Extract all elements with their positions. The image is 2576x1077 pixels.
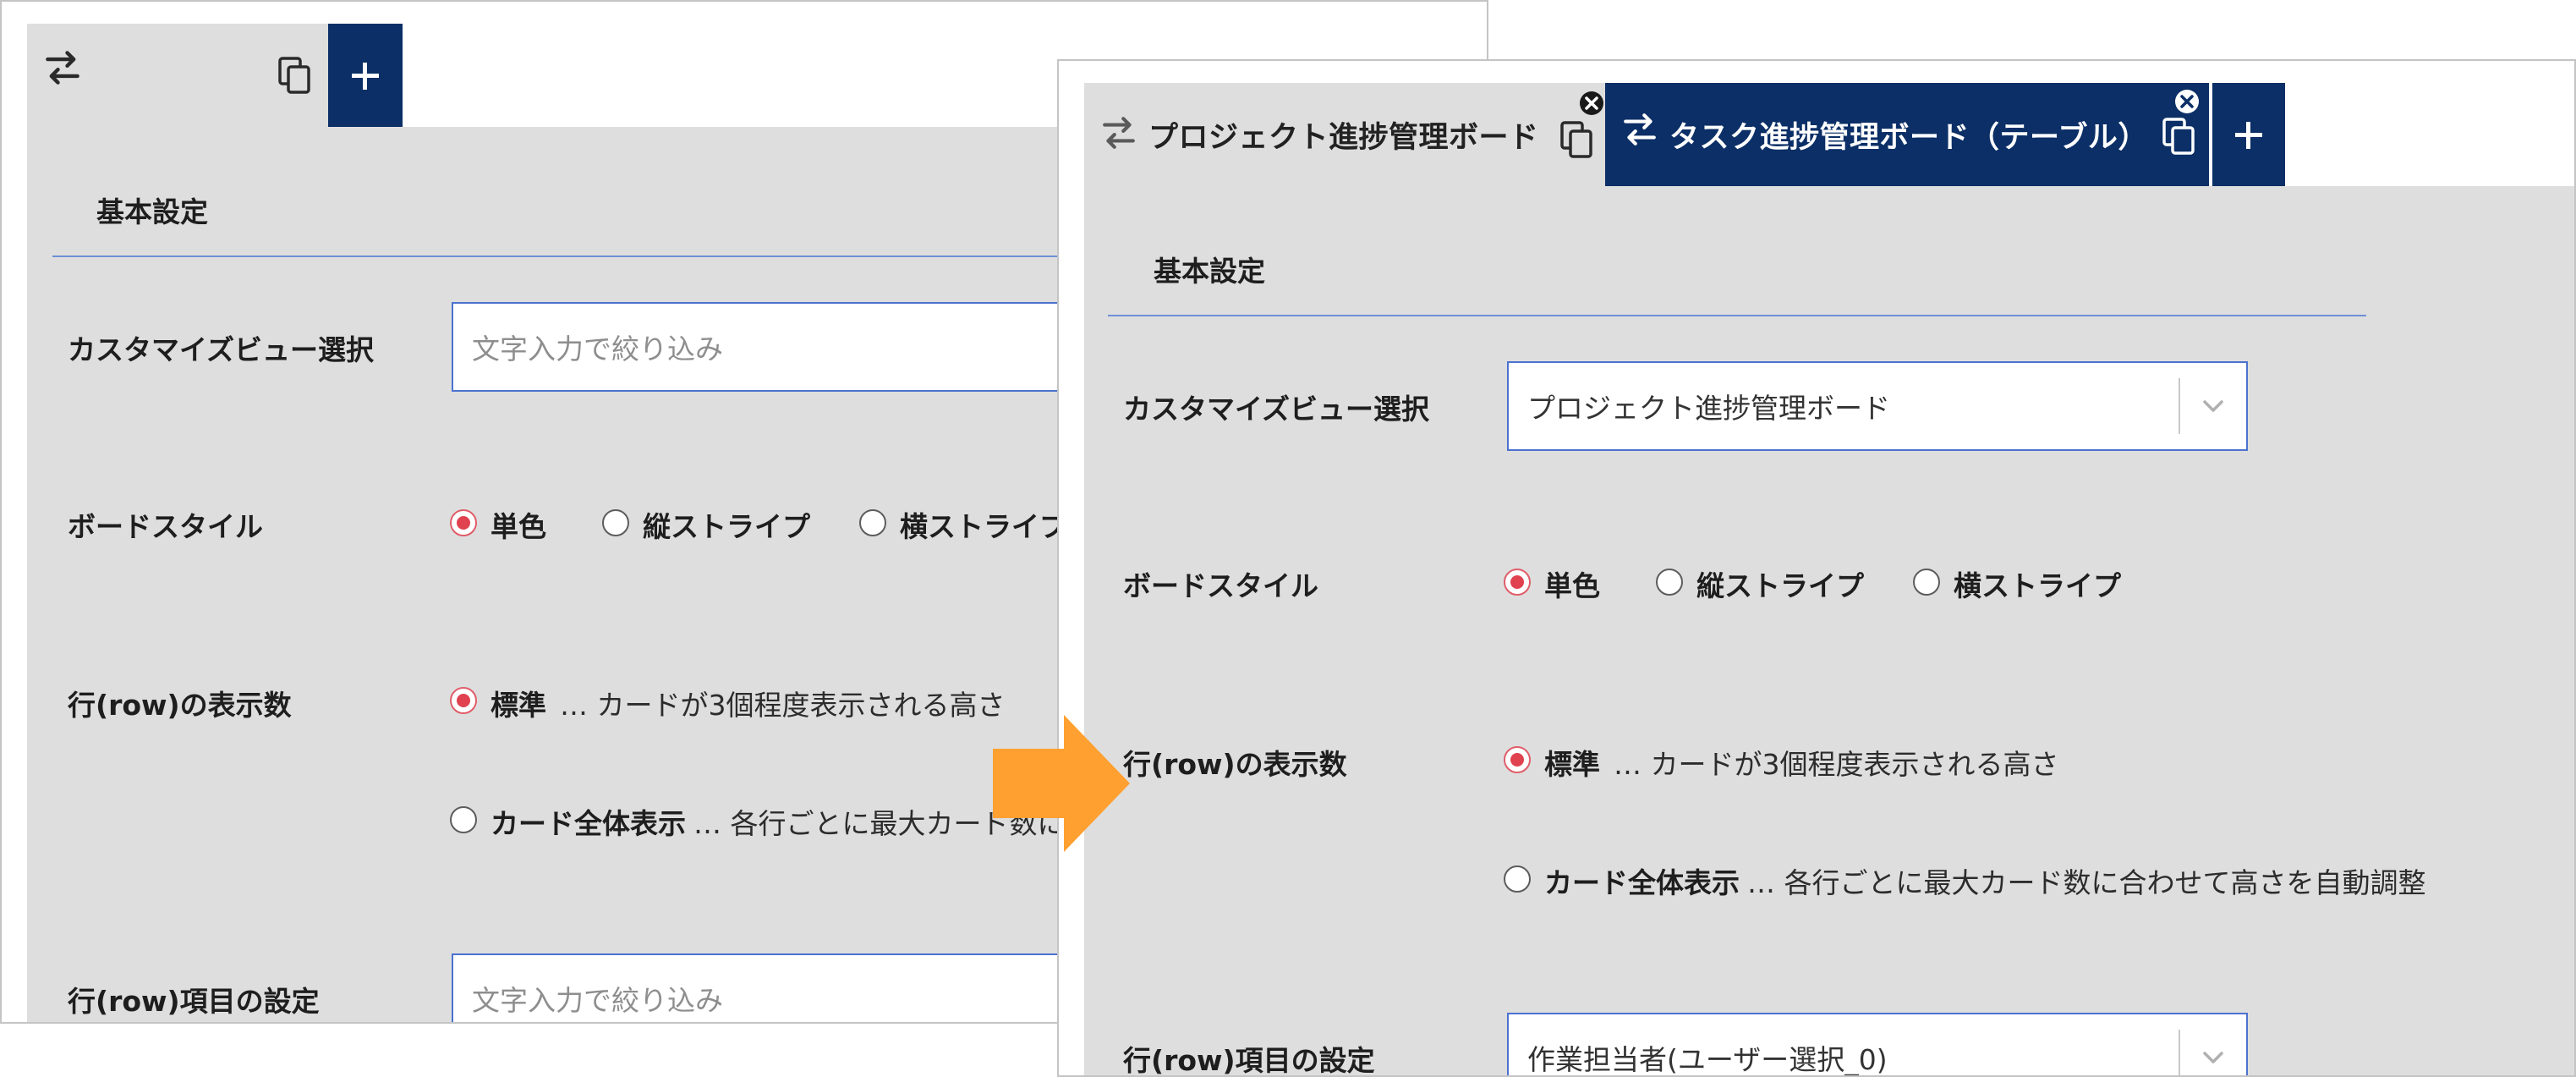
row-count-option-standard: 標準 (1544, 748, 1600, 781)
tab-task-board-label: タスク進捗管理ボード（テーブル） (1669, 121, 2148, 155)
row-count-option-standard: 標準 (491, 689, 546, 722)
row-item-placeholder: 文字入力で絞り込み (472, 984, 723, 1017)
swap-arrows-icon[interactable] (44, 49, 81, 86)
row-count-label: 行(row)の表示数 (68, 689, 292, 722)
row-item-value: 作業担当者(ユーザー選択_0) (1527, 1043, 1888, 1076)
row-count-radio-standard[interactable] (450, 687, 477, 714)
close-circle-icon[interactable] (1578, 90, 1605, 117)
board-style-radio-horizontal[interactable] (1913, 569, 1940, 596)
row-count-radio-standard[interactable] (1504, 746, 1531, 773)
tab-task-board-table[interactable]: タスク進捗管理ボード（テーブル） (1605, 83, 2209, 186)
add-tab-button[interactable] (2212, 83, 2285, 186)
board-style-option-vertical: 縦ストライプ (1696, 569, 1864, 602)
board-style-radio-vertical[interactable] (1656, 569, 1683, 596)
tab-project-board-label: プロジェクト進捗管理ボード (1148, 121, 1539, 155)
settings-panel (1084, 186, 2574, 1075)
add-tab-button[interactable] (328, 24, 403, 127)
row-count-label: 行(row)の表示数 (1123, 748, 1347, 781)
close-circle-icon[interactable] (2173, 88, 2201, 115)
copy-icon[interactable] (1559, 120, 1593, 159)
copy-icon[interactable] (277, 56, 311, 95)
swap-arrows-icon[interactable] (1622, 112, 1658, 147)
custom-view-value: プロジェクト進捗管理ボード (1527, 392, 1890, 425)
row-count-radio-full[interactable] (450, 806, 477, 833)
arrow-right-icon (993, 715, 1130, 852)
row-item-select[interactable]: 作業担当者(ユーザー選択_0) (1507, 1013, 2248, 1076)
row-count-standard-desc: … カードが3個程度表示される高さ (1614, 748, 2059, 781)
row-count-full-desc: … 各行ごとに最大カード数に合わせて高さを自動調整 (1747, 866, 2426, 899)
board-style-radio-vertical[interactable] (602, 509, 629, 536)
board-style-radio-solid[interactable] (1504, 569, 1531, 596)
row-count-option-full: カード全体表示 (491, 807, 686, 840)
board-style-option-solid: 単色 (491, 510, 546, 543)
section-title: 基本設定 (1154, 255, 1265, 288)
tab-project-board[interactable]: プロジェクト進捗管理ボード (1084, 83, 1605, 186)
board-style-radio-horizontal[interactable] (859, 509, 886, 536)
row-count-option-full: カード全体表示 (1544, 866, 1740, 899)
comparison-screenshot: 基本設定 カスタマイズビュー選択 文字入力で絞り込み ボードスタイル 単色 縦ス… (0, 0, 2576, 1077)
chevron-down-icon[interactable] (2201, 1048, 2226, 1067)
chevron-down-icon[interactable] (2201, 397, 2226, 415)
board-style-radio-solid[interactable] (450, 509, 477, 536)
row-item-label: 行(row)項目の設定 (68, 985, 320, 1018)
custom-view-select[interactable]: プロジェクト進捗管理ボード (1507, 361, 2248, 451)
board-style-option-horizontal: 横ストライプ (1954, 569, 2121, 602)
copy-icon[interactable] (2162, 117, 2195, 156)
custom-view-placeholder: 文字入力で絞り込み (472, 332, 723, 365)
section-divider (1108, 315, 2366, 316)
row-item-label: 行(row)項目の設定 (1123, 1044, 1375, 1077)
tab-untitled[interactable] (27, 24, 328, 127)
row-count-radio-full[interactable] (1504, 865, 1531, 893)
board-style-label: ボードスタイル (68, 510, 263, 543)
board-style-option-solid: 単色 (1544, 569, 1600, 602)
section-title: 基本設定 (96, 195, 208, 228)
custom-view-label: カスタマイズビュー選択 (1123, 393, 1430, 426)
row-count-standard-desc: … カードが3個程度表示される高さ (560, 689, 1006, 722)
board-style-option-horizontal: 横ストライプ (900, 510, 1067, 543)
board-style-option-vertical: 縦ストライプ (643, 510, 810, 543)
custom-view-label: カスタマイズビュー選択 (68, 333, 375, 366)
swap-arrows-icon[interactable] (1101, 115, 1137, 151)
settings-window-after: プロジェクト進捗管理ボード タスク進捗管理ボード（テーブル） 基本設定 カスタマ… (1057, 59, 2576, 1077)
board-style-label: ボードスタイル (1123, 569, 1318, 602)
